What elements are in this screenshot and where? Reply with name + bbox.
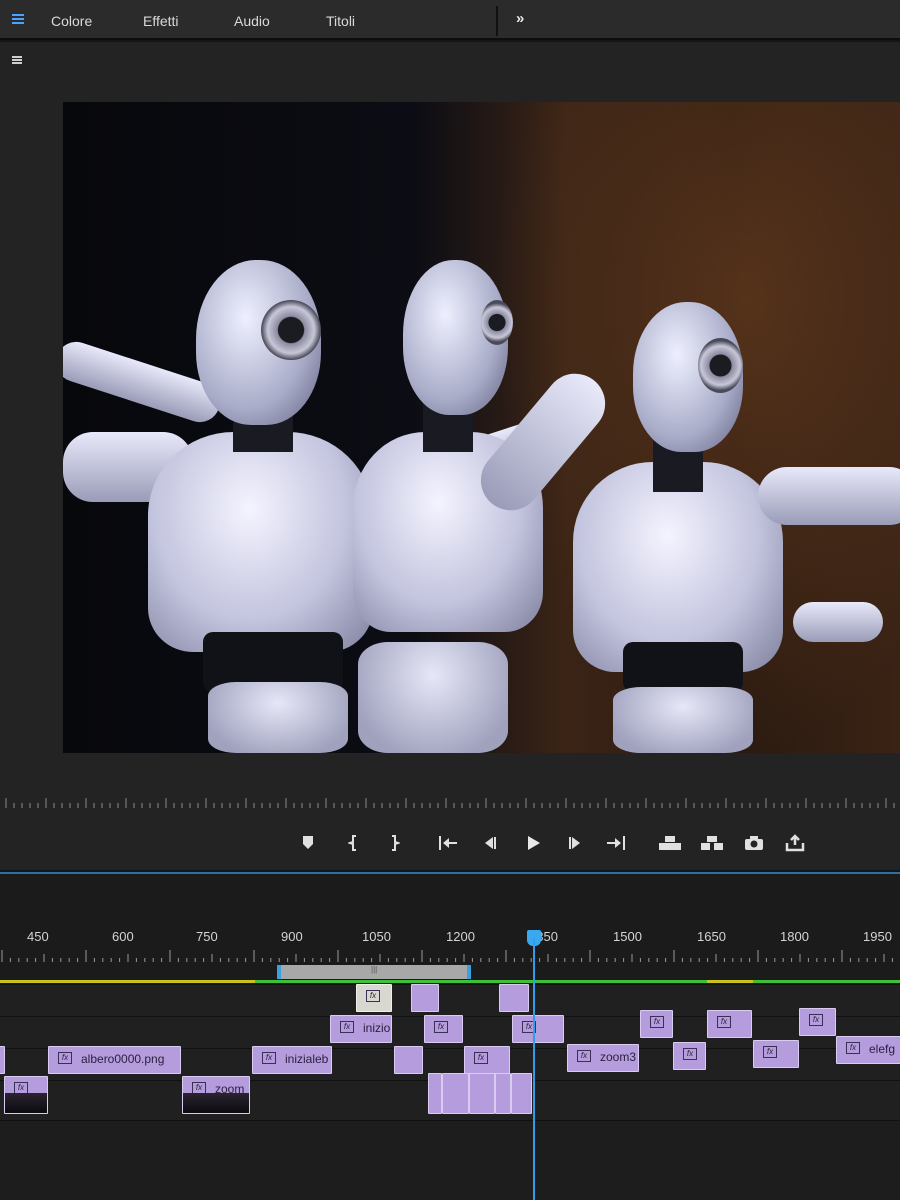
timeline-clip[interactable]: fx albero0000.png <box>48 1046 181 1074</box>
render-bar-unrendered <box>0 980 255 983</box>
tab-divider <box>496 6 498 36</box>
fx-badge: fx <box>577 1050 591 1062</box>
ruler-label: 1650 <box>697 929 726 944</box>
step-back-icon[interactable] <box>478 834 502 854</box>
fx-badge: fx <box>650 1016 664 1028</box>
clip-thumbnail <box>183 1093 249 1113</box>
timeline-clip[interactable]: fx <box>707 1010 752 1038</box>
render-bar-unrendered <box>707 980 753 983</box>
fx-badge: fx <box>434 1021 448 1033</box>
render-bar-rendered <box>753 980 900 983</box>
fx-badge: fx <box>262 1052 276 1064</box>
export-icon[interactable] <box>783 834 807 854</box>
timeline-clip[interactable]: fx <box>464 1046 510 1074</box>
fx-badge: fx <box>846 1042 860 1054</box>
tab-titoli[interactable]: Titoli <box>326 13 355 29</box>
ruler-label: 900 <box>281 929 303 944</box>
tab-effetti[interactable]: Effetti <box>143 13 179 29</box>
go-to-out-icon[interactable] <box>604 834 628 854</box>
ruler-label: 1950 <box>863 929 892 944</box>
ruler-label: 750 <box>196 929 218 944</box>
video-preview[interactable] <box>63 102 900 753</box>
tab-colore[interactable]: Colore <box>51 13 92 29</box>
empty-track-area <box>0 1120 900 1200</box>
tab-audio[interactable]: Audio <box>234 13 270 29</box>
timeline-clip[interactable] <box>411 984 439 1012</box>
timeline-clip[interactable]: fx <box>424 1015 463 1043</box>
timeline-clip[interactable]: fx <box>753 1040 799 1068</box>
timeline-clip[interactable] <box>499 984 529 1012</box>
lift-icon[interactable] <box>656 834 684 854</box>
extract-icon[interactable] <box>698 834 726 854</box>
timeline-clip[interactable]: fx elefg <box>836 1036 900 1064</box>
clip-name: inizialeb <box>285 1052 329 1066</box>
ruler-label: 1200 <box>446 929 475 944</box>
add-marker-icon[interactable] <box>296 834 320 854</box>
timeline-clip[interactable]: fx zoom <box>182 1076 250 1114</box>
clip-name: zoom3 <box>600 1050 637 1064</box>
timeline-clip[interactable] <box>428 1073 442 1114</box>
timeline-clip[interactable]: fx inizialeb <box>252 1046 332 1074</box>
fx-badge: fx <box>474 1052 488 1064</box>
timeline-clip[interactable]: fx <box>356 984 392 1012</box>
more-workspaces-icon[interactable]: » <box>516 10 524 27</box>
fx-badge: fx <box>809 1014 823 1026</box>
timeline-clip[interactable] <box>442 1073 469 1114</box>
timeline-clip[interactable] <box>511 1073 532 1114</box>
ruler-label: 1050 <box>362 929 391 944</box>
fx-badge: fx <box>717 1016 731 1028</box>
timeline-clip[interactable]: fx <box>640 1010 673 1038</box>
sequence-timeline: 450 600 750 900 1050 1200 1350 1500 1650… <box>0 872 900 1200</box>
fx-badge: fx <box>763 1046 777 1058</box>
video-track <box>0 984 900 1016</box>
fx-badge: fx <box>366 990 380 1002</box>
timeline-ruler[interactable]: 450 600 750 900 1050 1200 1350 1500 1650… <box>0 924 900 964</box>
workspace-menu-icon[interactable] <box>12 14 24 24</box>
step-forward-icon[interactable] <box>563 834 587 854</box>
mark-out-icon[interactable] <box>382 834 406 854</box>
timeline-clip[interactable]: fx zoom3 <box>567 1044 639 1072</box>
panel-menu-icon[interactable] <box>12 56 22 65</box>
ruler-label: 1800 <box>780 929 809 944</box>
timeline-clip[interactable]: fx <box>512 1015 564 1043</box>
timeline-clip[interactable] <box>495 1073 511 1114</box>
go-to-in-icon[interactable] <box>436 834 460 854</box>
timeline-clip[interactable] <box>394 1046 423 1074</box>
robot-figure-right <box>563 102 900 753</box>
render-bar-rendered <box>255 980 707 983</box>
clip-name: albero0000.png <box>81 1052 165 1066</box>
ruler-label: 450 <box>27 929 49 944</box>
ruler-label: 600 <box>112 929 134 944</box>
workspace-bar: Colore Effetti Audio Titoli » <box>0 0 900 40</box>
mark-in-icon[interactable] <box>342 834 366 854</box>
clip-name: elefg <box>869 1042 896 1056</box>
timeline-clip[interactable]: fx inizio <box>330 1015 392 1043</box>
clip-name: inizio <box>363 1021 391 1035</box>
clip-thumbnail <box>5 1093 47 1113</box>
fx-badge: fx <box>683 1048 697 1060</box>
camera-icon[interactable] <box>742 834 766 854</box>
ruler-label: 1500 <box>613 929 642 944</box>
timeline-clip[interactable]: fx <box>799 1008 836 1036</box>
program-monitor <box>0 42 900 870</box>
fx-badge: fx <box>340 1021 354 1033</box>
playhead-line[interactable] <box>533 938 535 1200</box>
work-area-bar[interactable]: ||| <box>277 965 471 979</box>
timeline-clip[interactable] <box>0 1046 5 1074</box>
timeline-clip[interactable]: fx <box>673 1042 706 1070</box>
timeline-clip[interactable] <box>469 1073 495 1114</box>
timeline-clip[interactable]: fx <box>4 1076 48 1114</box>
monitor-time-ruler[interactable] <box>0 794 900 808</box>
play-icon[interactable] <box>521 834 545 854</box>
fx-badge: fx <box>58 1052 72 1064</box>
transport-controls <box>0 830 900 860</box>
